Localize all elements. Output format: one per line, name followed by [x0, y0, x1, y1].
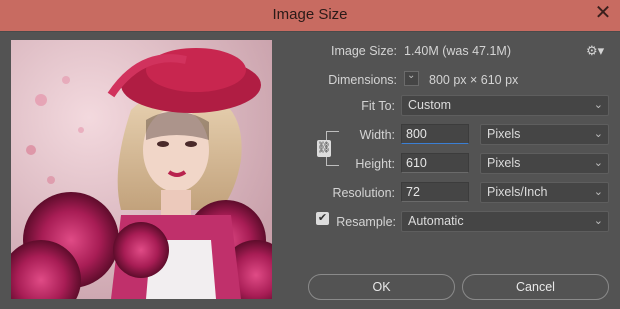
chevron-down-icon: ⌄ — [407, 70, 416, 81]
width-input[interactable]: 800 — [401, 124, 469, 144]
chevron-down-icon: ⌄ — [593, 215, 603, 227]
constrain-proportions-link-icon[interactable]: ⛓ — [317, 140, 331, 157]
height-unit-value: Pixels — [487, 156, 521, 170]
height-unit-select[interactable]: Pixels ⌄ — [480, 153, 609, 174]
resample-select[interactable]: Automatic ⌄ — [401, 211, 609, 232]
ok-button[interactable]: OK — [308, 274, 455, 300]
window-title: Image Size — [272, 6, 348, 23]
dimensions-units-dropdown[interactable]: ⌄ — [404, 70, 419, 86]
resolution-unit-select[interactable]: Pixels/Inch ⌄ — [480, 182, 609, 203]
resolution-input[interactable]: 72 — [401, 182, 469, 202]
chevron-down-icon: ⌄ — [593, 99, 603, 111]
resample-label: Resample: — [336, 215, 396, 229]
dimensions-label: Dimensions: — [328, 73, 397, 87]
dimensions-value: 800 px × 610 px — [429, 73, 519, 87]
cancel-button[interactable]: Cancel — [462, 274, 609, 300]
chevron-down-icon: ⌄ — [593, 128, 603, 140]
image-size-label: Image Size: — [330, 44, 397, 58]
close-icon[interactable]: ✕ — [590, 1, 616, 25]
width-unit-select[interactable]: Pixels ⌄ — [480, 124, 609, 145]
height-input[interactable]: 610 — [401, 153, 469, 173]
fit-to-value: Custom — [408, 98, 452, 112]
title-bar: Image Size ✕ — [0, 0, 620, 31]
width-unit-value: Pixels — [487, 127, 521, 141]
resolution-unit-value: Pixels/Inch — [487, 185, 548, 199]
image-size-value: 1.40M (was 47.1M) — [404, 44, 511, 58]
chevron-down-icon: ⌄ — [593, 186, 603, 198]
height-label: Height: — [355, 157, 395, 171]
chevron-down-icon: ⌄ — [593, 157, 603, 169]
height-bracket — [326, 156, 339, 166]
width-label: Width: — [359, 128, 395, 142]
resample-checkbox[interactable]: ✔ — [316, 212, 329, 225]
fit-to-select[interactable]: Custom ⌄ — [401, 95, 609, 116]
resolution-label: Resolution: — [332, 186, 395, 200]
image-preview — [11, 40, 272, 299]
fit-to-label: Fit To: — [361, 99, 395, 113]
resample-value: Automatic — [408, 214, 464, 228]
gear-icon[interactable]: ⚙▾ — [586, 43, 604, 59]
